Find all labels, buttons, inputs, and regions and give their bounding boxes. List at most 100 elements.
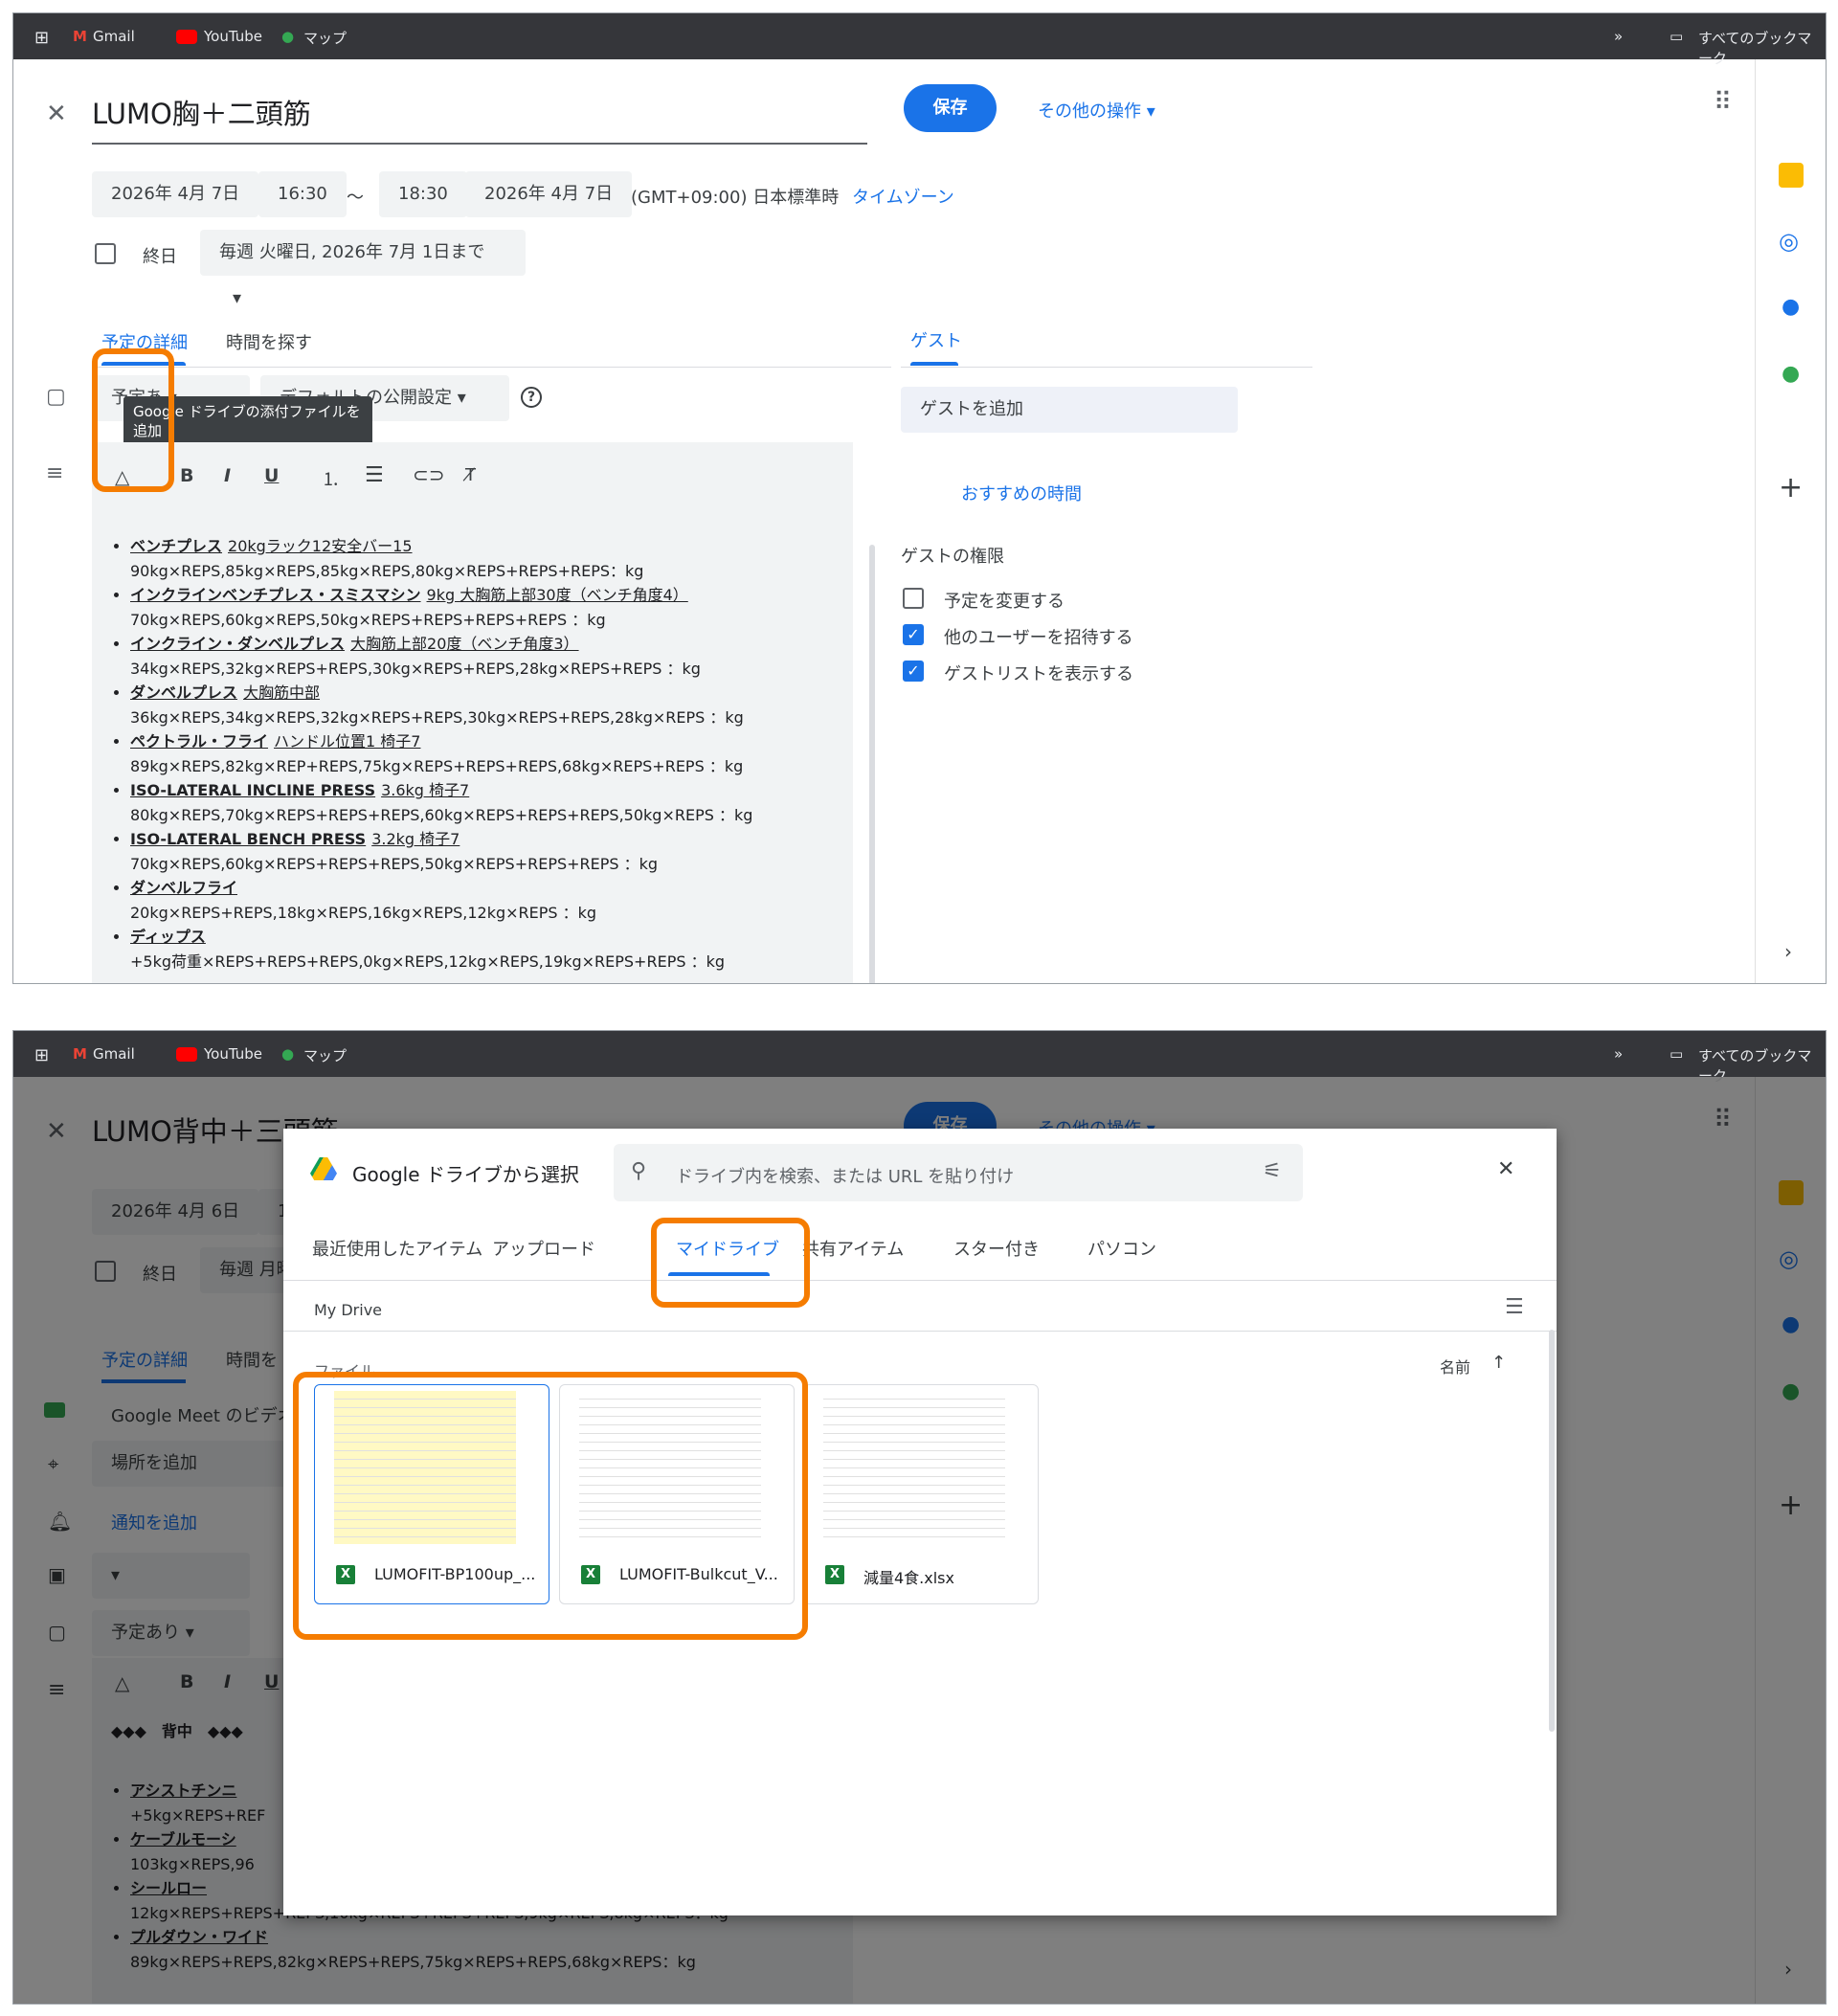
- exercise-note: 20kgラック12安全バー15: [228, 537, 413, 555]
- bulleted-list-icon[interactable]: ☰: [365, 463, 384, 487]
- tasks-icon[interactable]: ◎: [1779, 228, 1799, 255]
- file-card[interactable]: X 減量4食.xlsx: [803, 1384, 1039, 1604]
- exercise-item: ペクトラル・フライハンドル位置1 椅子7 89kg×REPS,82kg×REP+R…: [130, 729, 848, 778]
- link-icon[interactable]: ⊂⊃: [413, 463, 445, 486]
- more-actions-button[interactable]: その他の操作 ▾: [1038, 98, 1155, 123]
- end-date[interactable]: 2026年 4月 7日: [465, 171, 633, 217]
- exercise-item: ディップス +5kg荷重×REPS+REPS+REPS,0kg×REPS,12kg…: [130, 925, 848, 974]
- list-view-icon[interactable]: ☰: [1505, 1295, 1524, 1319]
- bookmark-youtube[interactable]: YouTube: [204, 1045, 262, 1063]
- sort-name-button[interactable]: 名前: [1440, 1355, 1470, 1378]
- highlight-my-drive-tab: [651, 1218, 810, 1308]
- exercise-sets: 70kg×REPS,60kg×REPS,50kg×REPS+REPS+REPS+…: [130, 610, 606, 629]
- dialog-close-icon[interactable]: ✕: [1497, 1157, 1514, 1181]
- exercise-name: ディップス: [130, 928, 206, 946]
- start-date[interactable]: 2026年 4月 7日: [92, 171, 259, 217]
- exercise-note: 大胸筋中部: [243, 683, 321, 702]
- scrollbar[interactable]: [869, 545, 875, 983]
- more-bookmarks-icon[interactable]: »: [1614, 1045, 1623, 1063]
- sort-arrow-icon[interactable]: ↑: [1491, 1353, 1506, 1373]
- description-editor[interactable]: △ B I U ⒈ ☰ ⊂⊃ T̸ ベンチプレス20kgラック12安全バー159…: [92, 442, 853, 983]
- italic-button[interactable]: I: [224, 465, 231, 486]
- folder-icon: ▭: [1670, 1045, 1684, 1063]
- maps-icon[interactable]: ●: [1782, 362, 1800, 386]
- allday-checkbox[interactable]: [95, 243, 116, 264]
- drive-tab-3[interactable]: 共有アイテム: [802, 1236, 904, 1261]
- exercise-name: インクライン・ダンベルプレス: [130, 635, 346, 653]
- permission-label: 予定を変更する: [944, 592, 1065, 612]
- exercise-name: ベンチプレス: [130, 537, 223, 555]
- help-icon[interactable]: ?: [521, 387, 542, 408]
- more-bookmarks-icon[interactable]: »: [1614, 28, 1623, 45]
- exercise-item: インクラインベンチプレス・スミスマシン 9kg 大胸筋上部30度（ベンチ角度4） 7…: [130, 583, 848, 632]
- exercise-name: ダンベルプレス: [130, 683, 238, 702]
- exercise-sets: +5kg荷重×REPS+REPS+REPS,0kg×REPS,12kg×REPS…: [130, 952, 726, 971]
- permission-checkbox[interactable]: [903, 588, 924, 609]
- dialog-scrollbar[interactable]: [1549, 1330, 1555, 1732]
- event-title-input[interactable]: LUMO胸＋二頭筋: [92, 92, 311, 132]
- exercise-sets: 89kg×REPS,82kg×REP+REPS,75kg×REPS+REPS+R…: [130, 756, 744, 775]
- exercise-item: ダンベルフライ 20kg×REPS+REPS,18kg×REPS,16kg×REP…: [130, 876, 848, 925]
- permission-checkbox[interactable]: ✓: [903, 624, 924, 645]
- tab-guests[interactable]: ゲスト: [910, 327, 962, 352]
- start-time[interactable]: 16:30: [258, 171, 347, 217]
- file-thumbnail: [823, 1391, 1005, 1544]
- permission-checkbox[interactable]: ✓: [903, 661, 924, 682]
- guest-input[interactable]: ゲストを追加: [901, 387, 1238, 433]
- permission-label: 他のユーザーを招待する: [944, 628, 1133, 648]
- underline-button[interactable]: U: [264, 465, 279, 486]
- exercise-item: ISO-LATERAL INCLINE PRESS 3.6kg 椅子7 80kg×R…: [130, 778, 848, 827]
- exercise-note: 9kg 大胸筋上部30度（ベンチ角度4）: [426, 586, 688, 604]
- exercise-item: ダンベルプレス大胸筋中部 36kg×REPS,34kg×REPS,32kg×REP…: [130, 681, 848, 729]
- tab-find-time[interactable]: 時間を探す: [226, 329, 312, 354]
- exercise-sets: 36kg×REPS,34kg×REPS,32kg×REPS+REPS,30kg×…: [130, 707, 744, 727]
- breadcrumb[interactable]: My Drive: [314, 1301, 382, 1319]
- exercise-name: ペクトラル・フライ: [130, 732, 269, 750]
- timezone-link[interactable]: タイムゾーン: [852, 184, 954, 209]
- apps-grid-icon[interactable]: ⊞: [34, 28, 49, 48]
- save-button[interactable]: 保存: [904, 84, 997, 132]
- expand-chevron-icon[interactable]: ›: [1784, 940, 1792, 963]
- drive-search-box[interactable]: ⚲ ドライブ内を検索、または URL を貼り付け ⚟: [614, 1144, 1303, 1201]
- exercise-note: 大胸筋上部20度（ベンチ角度3）: [350, 635, 579, 653]
- keep-icon[interactable]: [1779, 163, 1804, 188]
- suggested-times-link[interactable]: おすすめの時間: [961, 481, 1082, 505]
- gmail-icon: M: [73, 1045, 87, 1063]
- numbered-list-icon[interactable]: ⒈: [322, 465, 340, 491]
- youtube-icon: [176, 1047, 197, 1062]
- apps-grid-icon[interactable]: ⊞: [34, 1045, 49, 1065]
- contacts-icon[interactable]: ●: [1782, 295, 1800, 319]
- bookmark-youtube[interactable]: YouTube: [204, 28, 262, 45]
- drive-tab-4[interactable]: スター付き: [953, 1236, 1040, 1261]
- highlight-files: [293, 1372, 808, 1640]
- drive-tab-1[interactable]: アップロード: [492, 1236, 595, 1261]
- bookmark-gmail[interactable]: Gmail: [93, 28, 135, 45]
- calendar-edit-screen-back: ⊞ M Gmail YouTube ● マップ » ▭ すべてのブックマーク ✕…: [12, 1030, 1827, 2005]
- plus-icon[interactable]: +: [1779, 471, 1803, 504]
- exercise-list: ベンチプレス 20kgラック12安全バー15 90kg×REPS,85kg×REPS…: [92, 534, 848, 974]
- bold-button[interactable]: B: [180, 465, 193, 486]
- briefcase-icon: ▢: [46, 385, 66, 409]
- guests-tab-indicator: [910, 362, 958, 366]
- exercise-item: ISO-LATERAL BENCH PRESS3.2kg 椅子7 70kg×REP…: [130, 827, 848, 876]
- dialog-title: Google ドライブから選択: [352, 1163, 579, 1186]
- repeat-select[interactable]: 毎週 火曜日, 2026年 7月 1日まで ▾: [200, 230, 526, 308]
- more-actions-label: その他の操作: [1038, 101, 1141, 122]
- bookmark-maps[interactable]: マップ: [303, 28, 347, 48]
- exercise-note: 3.6kg 椅子7: [381, 781, 470, 799]
- filter-icon[interactable]: ⚟: [1263, 1159, 1282, 1183]
- gmail-icon: M: [73, 28, 87, 45]
- highlight-drive-button: [92, 348, 174, 492]
- drive-tab-5[interactable]: パソコン: [1087, 1236, 1156, 1261]
- exercise-name: ISO-LATERAL BENCH PRESS: [130, 830, 367, 848]
- guests-divider: [901, 367, 1312, 368]
- apps-icon[interactable]: ⠿: [1714, 88, 1732, 117]
- exercise-sets: 20kg×REPS+REPS,18kg×REPS,16kg×REPS,12kg×…: [130, 903, 597, 922]
- drive-tab-0[interactable]: 最近使用したアイテム: [312, 1236, 482, 1261]
- bookmark-gmail[interactable]: Gmail: [93, 1045, 135, 1063]
- end-time[interactable]: 18:30: [379, 171, 467, 217]
- bookmark-maps[interactable]: マップ: [303, 1045, 347, 1065]
- close-icon[interactable]: ✕: [46, 100, 67, 128]
- excel-icon: X: [825, 1565, 844, 1584]
- clear-format-icon[interactable]: T̸: [465, 465, 476, 485]
